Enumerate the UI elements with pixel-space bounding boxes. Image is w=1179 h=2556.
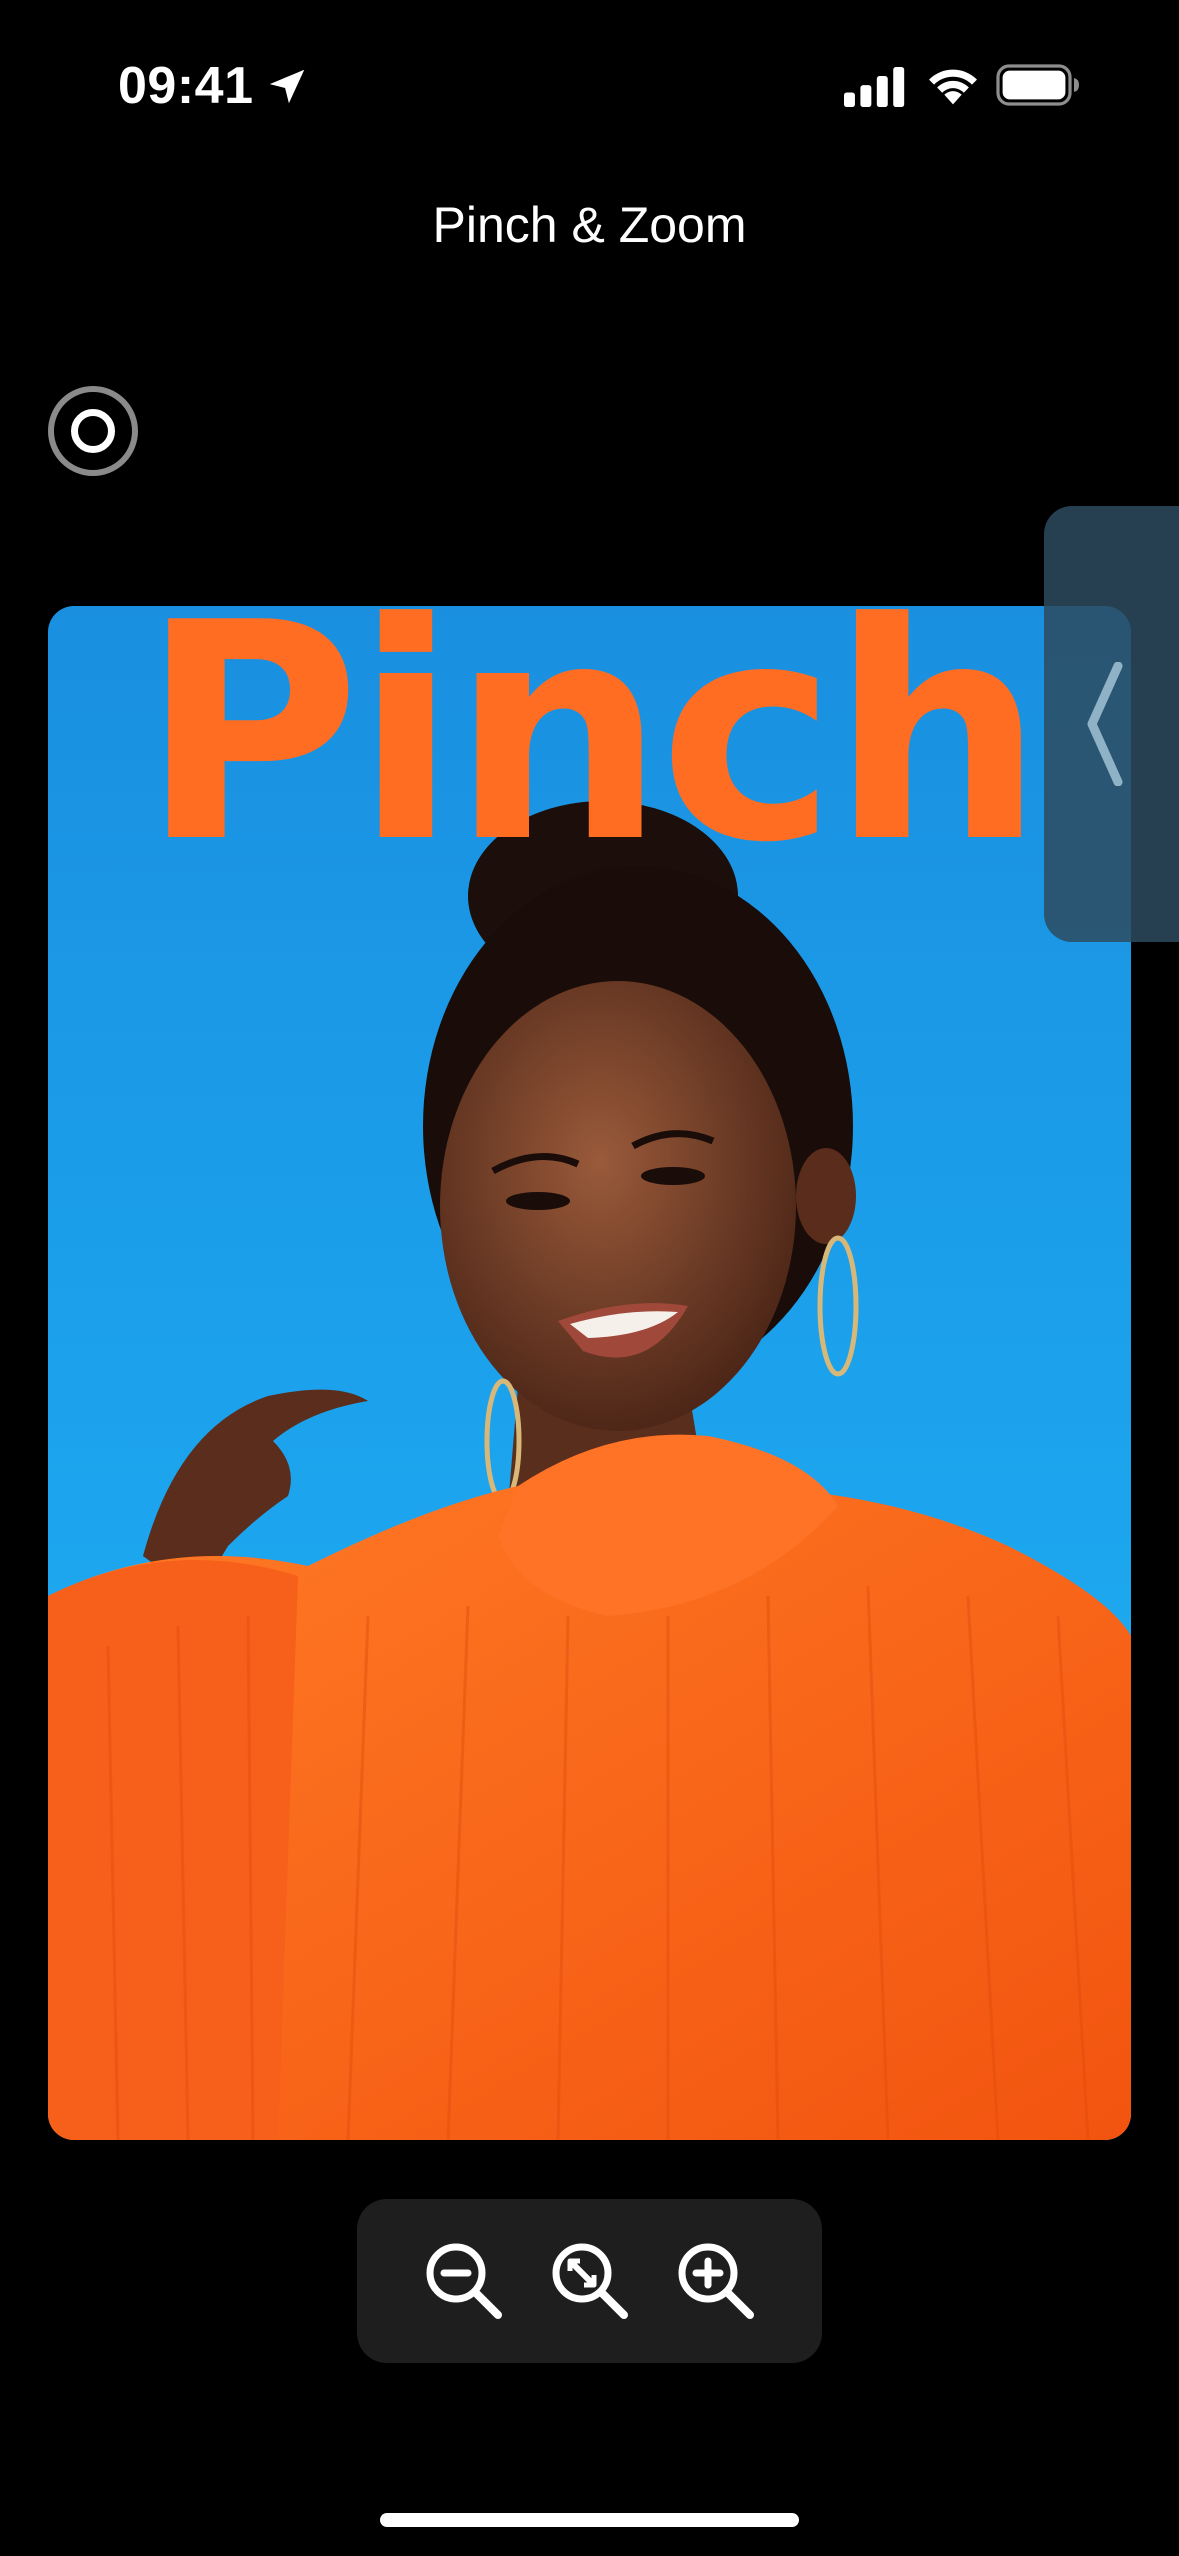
zoom-out-button[interactable] xyxy=(421,2238,507,2324)
screen: 09:41 Pinch & Zoom Pinch xyxy=(0,0,1179,2556)
photo-headline: Pinch xyxy=(140,606,1045,908)
zoom-in-icon xyxy=(678,2243,754,2319)
status-time: 09:41 xyxy=(118,57,254,115)
home-indicator[interactable] xyxy=(380,2513,799,2527)
record-button[interactable] xyxy=(48,386,138,476)
zoom-fit-icon xyxy=(552,2243,628,2319)
battery-icon xyxy=(996,64,1079,106)
cellular-signal-icon xyxy=(844,66,905,108)
zoomable-photo[interactable]: Pinch xyxy=(48,606,1131,2140)
status-bar: 09:41 xyxy=(0,0,1179,160)
wifi-icon xyxy=(929,69,977,105)
chevron-left-icon xyxy=(1087,662,1123,786)
record-icon xyxy=(71,409,115,453)
zoom-out-icon xyxy=(426,2243,502,2319)
zoom-control-bar xyxy=(357,2199,822,2363)
zoom-in-button[interactable] xyxy=(673,2238,759,2324)
zoom-fit-button[interactable] xyxy=(547,2238,633,2324)
side-panel-handle[interactable] xyxy=(1044,506,1179,942)
page-title: Pinch & Zoom xyxy=(432,197,747,253)
location-arrow-icon xyxy=(269,69,305,104)
